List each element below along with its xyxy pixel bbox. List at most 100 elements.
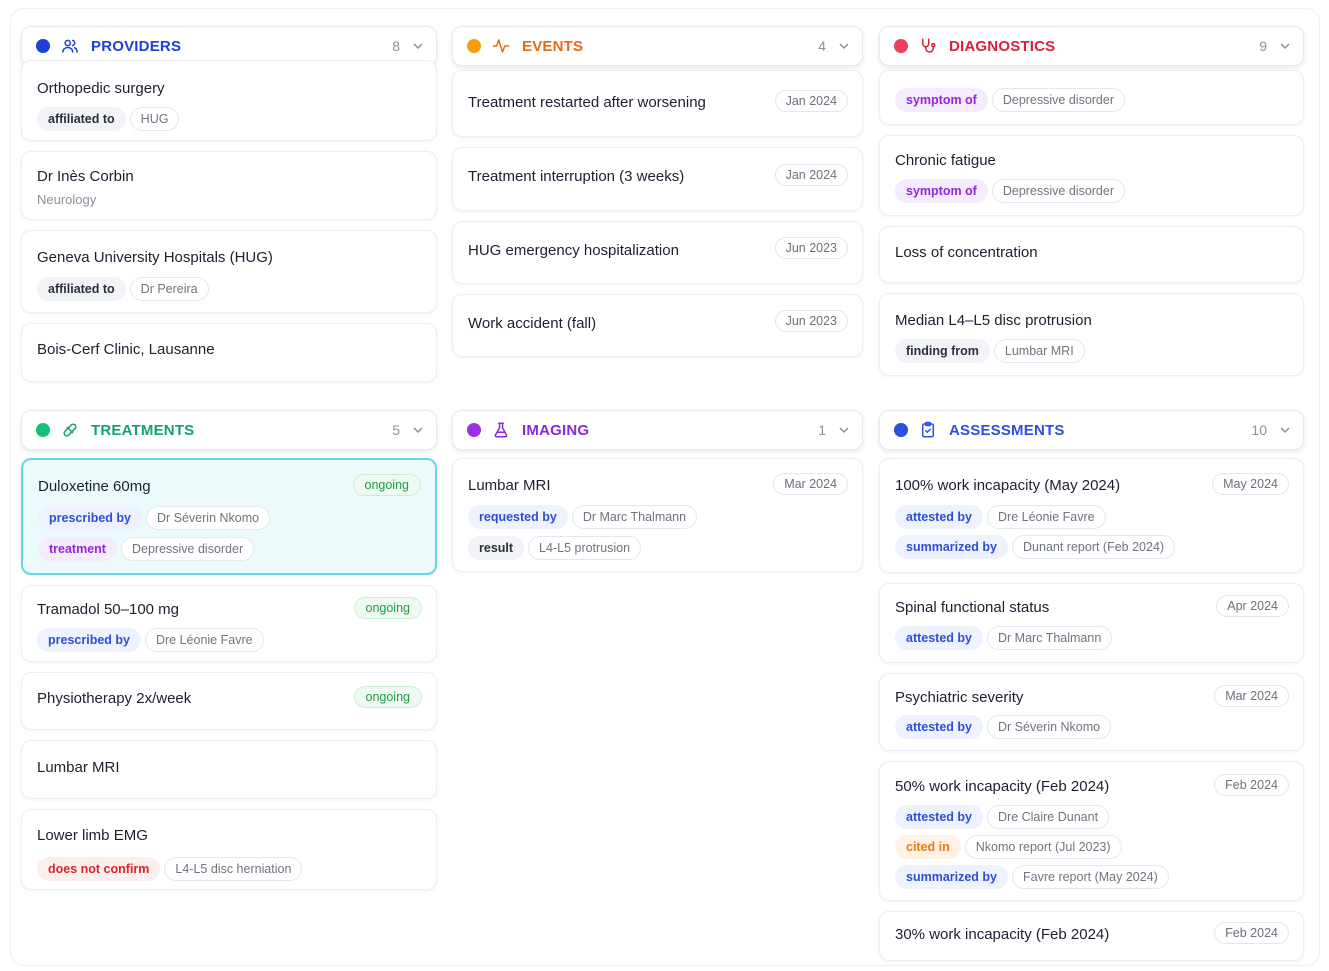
relation-target[interactable]: Dre Claire Dunant (987, 805, 1110, 829)
chevron-down-icon[interactable] (412, 424, 424, 436)
provider-name: Bois-Cerf Clinic, Lausanne (37, 341, 215, 358)
treatment-card-lumbar-mri[interactable]: Lumbar MRI (21, 740, 437, 799)
assessments-dot (894, 423, 908, 437)
provider-specialty: Neurology (37, 192, 97, 207)
assessments-header[interactable]: ASSESSMENTS 10 (879, 410, 1304, 450)
imaging-card-lumbar-mri[interactable]: Lumbar MRI Mar 2024 requested by Dr Marc… (452, 458, 863, 572)
relation-row: summarized by Favre report (May 2024) (895, 865, 1169, 889)
relation-label: symptom of (895, 179, 988, 203)
status-badge: ongoing (353, 686, 422, 708)
diagnostic-card[interactable]: Chronic fatigue symptom of Depressive di… (879, 135, 1304, 216)
relation-label: attested by (895, 715, 983, 739)
treatments-dot (36, 423, 50, 437)
relation-target[interactable]: Dre Léonie Favre (144, 628, 264, 652)
treatments-header[interactable]: TREATMENTS 5 (21, 410, 437, 450)
provider-card-corbin[interactable]: Dr Inès Corbin Neurology (21, 151, 437, 220)
event-card[interactable]: HUG emergency hospitalization Jun 2023 (452, 221, 863, 284)
treatment-title: Lower limb EMG (37, 827, 148, 844)
relation-row: prescribed by Dr Séverin Nkomo (38, 506, 271, 530)
provider-name: Dr Inès Corbin (37, 168, 134, 185)
assessment-title: Spinal functional status (895, 599, 1050, 616)
imaging-date: Mar 2024 (773, 473, 848, 495)
relation-target[interactable]: Depressive disorder (991, 88, 1126, 112)
relation-target[interactable]: Dre Léonie Favre (987, 505, 1106, 529)
imaging-dot (467, 423, 481, 437)
events-header[interactable]: EVENTS 4 (452, 26, 863, 66)
relation-target[interactable]: L4-L5 disc herniation (164, 857, 303, 881)
chevron-down-icon[interactable] (1279, 40, 1291, 52)
imaging-header[interactable]: IMAGING 1 (452, 410, 863, 450)
relation-target[interactable]: L4-L5 protrusion (528, 536, 642, 560)
assessment-card[interactable]: 100% work incapacity (May 2024) May 2024… (879, 458, 1304, 573)
imaging-title: IMAGING (522, 421, 590, 439)
event-title: Treatment interruption (3 weeks) (468, 168, 685, 185)
users-icon (61, 37, 79, 55)
assessment-title: Psychiatric severity (895, 689, 1024, 706)
assessment-card[interactable]: Psychiatric severity Mar 2024 attested b… (879, 673, 1304, 751)
relation-row: attested by Dr Marc Thalmann (895, 626, 1113, 650)
treatment-card-tramadol[interactable]: Tramadol 50–100 mg ongoing prescribed by… (21, 585, 437, 662)
provider-card-bois-cerf[interactable]: Bois-Cerf Clinic, Lausanne (21, 323, 437, 382)
relation-label: affiliated to (37, 107, 126, 131)
diagnostic-title: Median L4–L5 disc protrusion (895, 312, 1092, 329)
relation-target[interactable]: Depressive disorder (120, 537, 255, 561)
provider-name: Orthopedic surgery (37, 80, 165, 97)
treatment-card-emg[interactable]: Lower limb EMG does not confirm L4-L5 di… (21, 809, 437, 890)
chevron-down-icon[interactable] (1279, 424, 1291, 436)
provider-name: Geneva University Hospitals (HUG) (37, 249, 273, 266)
relation-target[interactable]: HUG (129, 107, 180, 131)
event-card[interactable]: Treatment restarted after worsening Jan … (452, 70, 863, 137)
treatment-card-physiotherapy[interactable]: Physiotherapy 2x/week ongoing (21, 672, 437, 730)
flask-icon (492, 421, 510, 439)
relation-row: attested by Dre Claire Dunant (895, 805, 1110, 829)
providers-title: PROVIDERS (91, 37, 182, 55)
pill-icon (61, 421, 79, 439)
event-card[interactable]: Work accident (fall) Jun 2023 (452, 294, 863, 357)
relation-label: requested by (468, 505, 568, 529)
relation-label: attested by (895, 505, 983, 529)
chevron-down-icon[interactable] (838, 424, 850, 436)
assessment-card[interactable]: 50% work incapacity (Feb 2024) Feb 2024 … (879, 761, 1304, 901)
diagnostic-title: Loss of concentration (895, 244, 1038, 261)
relation-target[interactable]: Dr Séverin Nkomo (145, 506, 271, 530)
relation-target[interactable]: Favre report (May 2024) (1012, 865, 1169, 889)
assessment-date: Feb 2024 (1214, 922, 1289, 944)
assessment-date: May 2024 (1212, 473, 1289, 495)
diagnostic-card[interactable]: Loss of concentration (879, 226, 1304, 283)
treatments-title: TREATMENTS (91, 421, 195, 439)
events-dot (467, 39, 481, 53)
relation-row: prescribed by Dre Léonie Favre (37, 628, 264, 652)
relation-target[interactable]: Dunant report (Feb 2024) (1012, 535, 1176, 559)
event-card[interactable]: Treatment interruption (3 weeks) Jan 202… (452, 147, 863, 211)
relation-target[interactable]: Dr Marc Thalmann (987, 626, 1113, 650)
chevron-down-icon[interactable] (838, 40, 850, 52)
diagnostic-card[interactable]: Median L4–L5 disc protrusion finding fro… (879, 293, 1304, 376)
relation-target[interactable]: Dr Pereira (129, 277, 209, 301)
relation-target[interactable]: Lumbar MRI (993, 339, 1085, 363)
relation-target[interactable]: Dr Marc Thalmann (571, 505, 698, 529)
assessment-card[interactable]: 30% work incapacity (Feb 2024) Feb 2024 (879, 911, 1304, 961)
event-title: Treatment restarted after worsening (468, 94, 706, 111)
relation-target[interactable]: Nkomo report (Jul 2023) (964, 835, 1122, 859)
stethoscope-icon (919, 37, 937, 55)
relation-label: cited in (895, 835, 961, 859)
assessment-title: 100% work incapacity (May 2024) (895, 477, 1121, 494)
assessment-card[interactable]: Spinal functional status Apr 2024 attest… (879, 583, 1304, 663)
provider-card-orthopedic[interactable]: Orthopedic surgery affiliated to HUG (21, 60, 437, 141)
events-count: 4 (818, 38, 826, 54)
diagnostics-title: DIAGNOSTICS (949, 37, 1056, 55)
diagnostics-header[interactable]: DIAGNOSTICS 9 (879, 26, 1304, 66)
provider-card-hug[interactable]: Geneva University Hospitals (HUG) affili… (21, 230, 437, 313)
diagnostic-card[interactable]: symptom of Depressive disorder (879, 70, 1304, 125)
event-date: Jan 2024 (774, 90, 848, 112)
event-date: Jan 2024 (774, 164, 848, 186)
treatment-card-duloxetine[interactable]: Duloxetine 60mg ongoing prescribed by Dr… (21, 458, 437, 575)
treatment-title: Tramadol 50–100 mg (37, 601, 180, 618)
diagnostics-dot (894, 39, 908, 53)
assessments-count: 10 (1251, 422, 1267, 438)
relation-target[interactable]: Depressive disorder (991, 179, 1126, 203)
treatment-title: Lumbar MRI (37, 759, 120, 776)
imaging-title-text: Lumbar MRI (468, 477, 551, 494)
chevron-down-icon[interactable] (412, 40, 424, 52)
relation-target[interactable]: Dr Séverin Nkomo (987, 715, 1112, 739)
